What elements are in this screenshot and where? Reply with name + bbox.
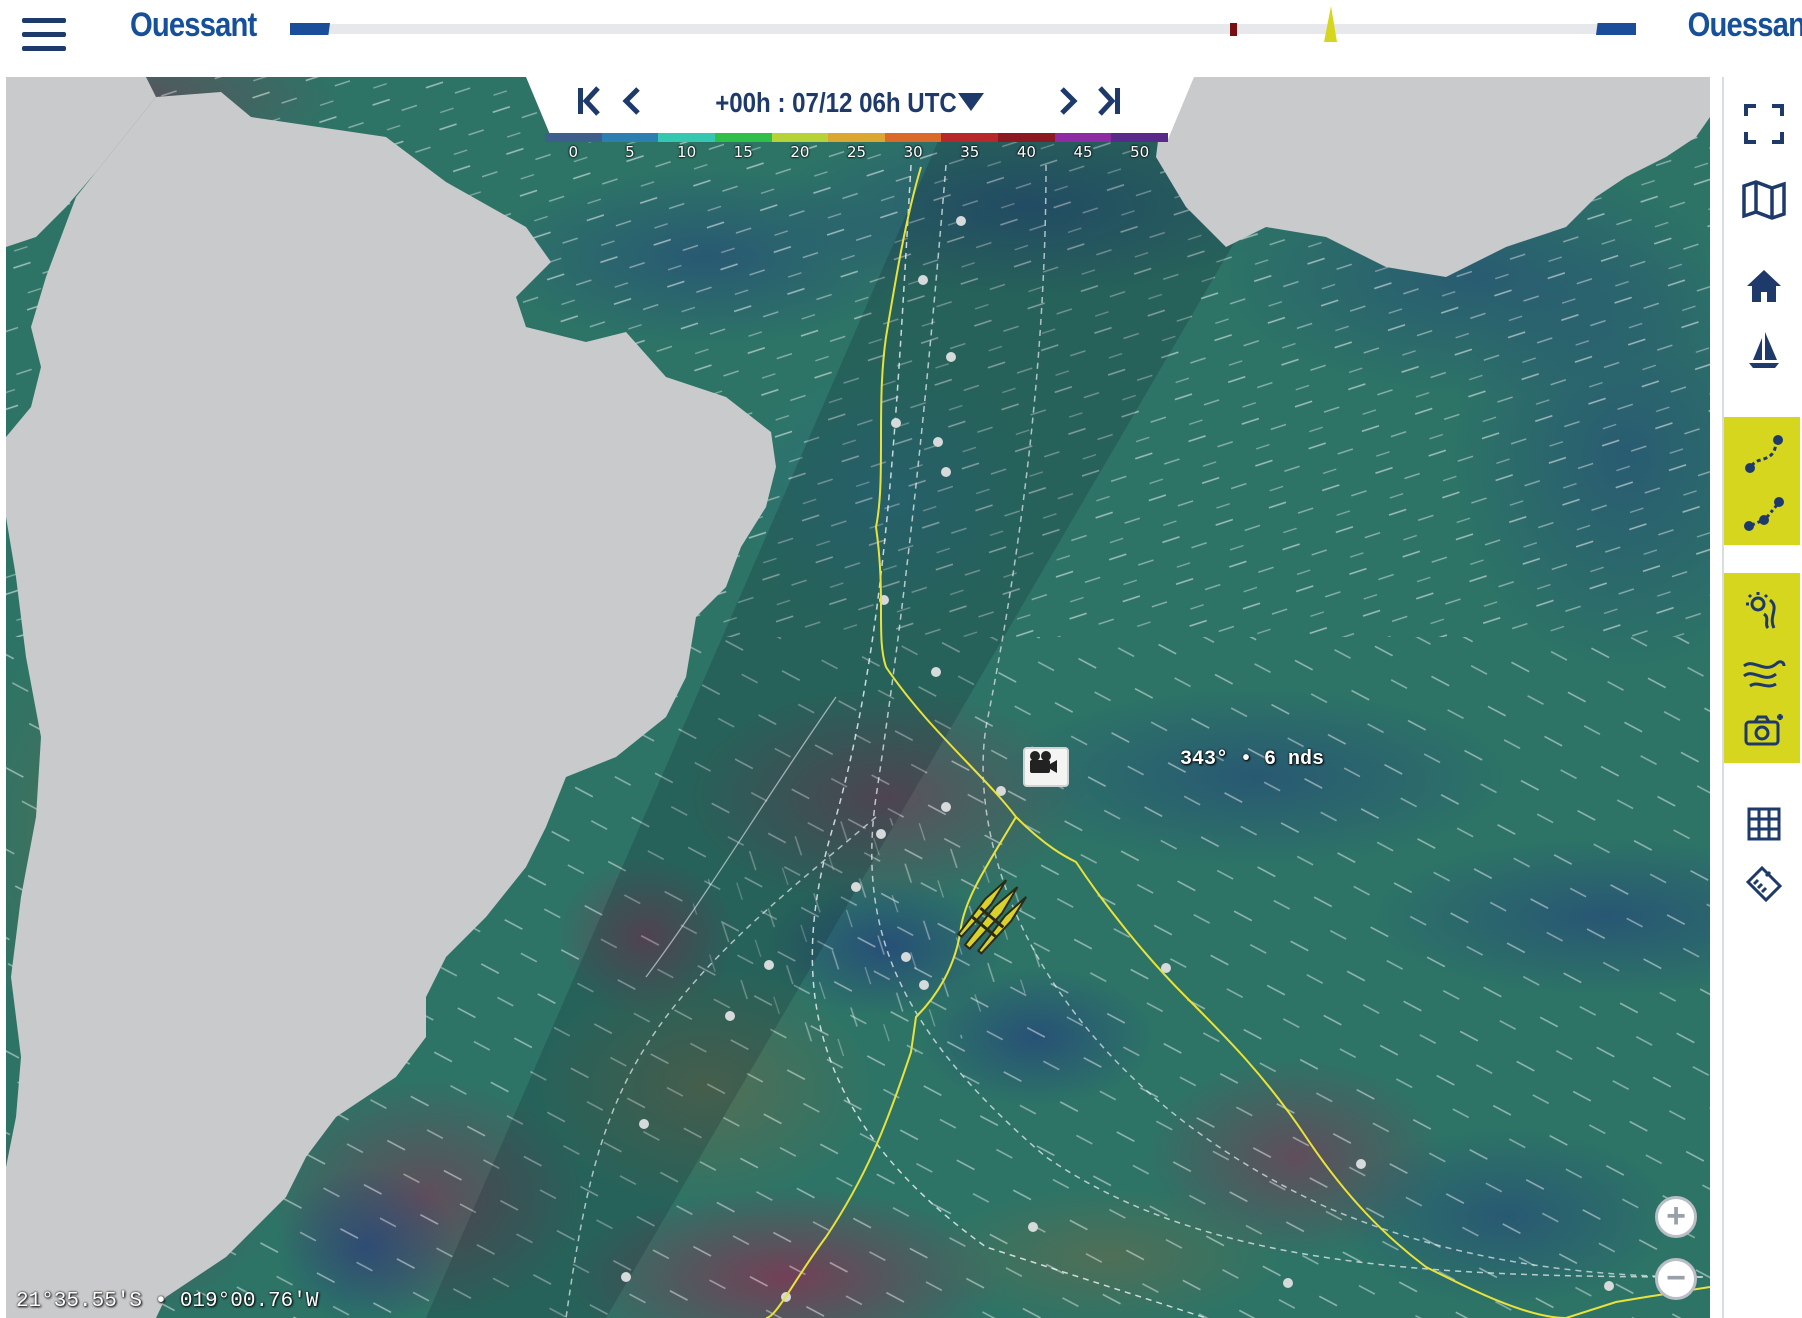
camera-icon[interactable] [1023, 747, 1069, 787]
weather-map[interactable] [6, 77, 1710, 1318]
forecast-time-label[interactable]: +00h : 07/12 06h UTC [698, 87, 973, 119]
map-toolbar [1722, 77, 1802, 1318]
progress-start-marker [290, 23, 330, 35]
zoom-out-button[interactable]: − [1655, 1258, 1697, 1300]
wind-speed-color-scale [545, 133, 1169, 142]
progress-current-marker [1230, 23, 1237, 36]
wind-scale-label: 30 [903, 143, 923, 161]
route-curve-icon[interactable] [1728, 421, 1800, 487]
wind-scale-label: 25 [846, 143, 867, 161]
wind-icon[interactable] [1728, 639, 1800, 705]
wind-scale-swatch [941, 133, 999, 142]
wind-scale-swatch [771, 133, 829, 142]
wind-scale-swatch [545, 133, 602, 142]
wind-scale-label: 45 [1073, 143, 1093, 161]
map-canvas[interactable] [6, 77, 1710, 1318]
wind-scale-label: 5 [625, 143, 635, 161]
top-bar: Ouessant Ouessant [0, 0, 1802, 76]
finish-port-label: Ouessant [1687, 6, 1802, 44]
trimaran-icon[interactable] [951, 877, 1031, 957]
grid-icon[interactable] [1728, 791, 1800, 857]
wind-scale-swatch [714, 133, 772, 142]
start-port-label: Ouessant [130, 6, 257, 44]
wind-scale-label: 15 [733, 143, 753, 161]
weather-icon[interactable] [1728, 577, 1800, 643]
wind-scale-label: 10 [677, 143, 697, 161]
wind-scale-swatch [828, 133, 885, 142]
chevron-left-icon[interactable] [618, 85, 642, 124]
wind-scale-swatch [601, 133, 659, 142]
wind-scale-label: 50 [1130, 143, 1150, 161]
home-icon[interactable] [1728, 253, 1800, 319]
skip-first-icon[interactable] [576, 85, 602, 124]
wind-scale-label: 40 [1016, 143, 1036, 161]
hamburger-menu-icon[interactable] [22, 16, 68, 56]
map-icon[interactable] [1728, 167, 1800, 233]
wind-scale-swatch [658, 133, 715, 142]
cursor-coordinates: 21°35.55'S • 019°00.76'W [16, 1290, 319, 1313]
progress-end-marker [1596, 23, 1636, 35]
skip-last-icon[interactable] [1096, 85, 1122, 124]
camera-add-icon[interactable] [1728, 697, 1800, 763]
race-progress-track [290, 24, 1635, 34]
wind-scale-label: 20 [790, 143, 810, 161]
wind-speed-scale-labels: 0 5 10 15 20 25 30 35 40 45 50 [545, 143, 1168, 163]
zoom-in-button[interactable]: + [1655, 1196, 1697, 1238]
wind-readout: 343° • 6 nds [1180, 748, 1325, 771]
sailboat-icon[interactable] [1728, 317, 1800, 383]
wind-scale-swatch [998, 133, 1055, 142]
ruler-icon[interactable] [1728, 851, 1800, 917]
wind-scale-swatch [884, 133, 942, 142]
caret-down-icon[interactable] [958, 93, 984, 111]
wind-scale-label: 35 [960, 143, 980, 161]
fullscreen-icon[interactable] [1728, 91, 1800, 157]
wind-scale-swatch [1111, 133, 1169, 142]
time-control: +00h : 07/12 06h UTC [526, 77, 1194, 141]
progress-sail-icon [1324, 6, 1337, 42]
route-points-icon[interactable] [1728, 481, 1800, 547]
chevron-right-icon[interactable] [1058, 85, 1082, 124]
wind-scale-label: 0 [568, 143, 579, 161]
wind-scale-swatch [1054, 133, 1112, 142]
